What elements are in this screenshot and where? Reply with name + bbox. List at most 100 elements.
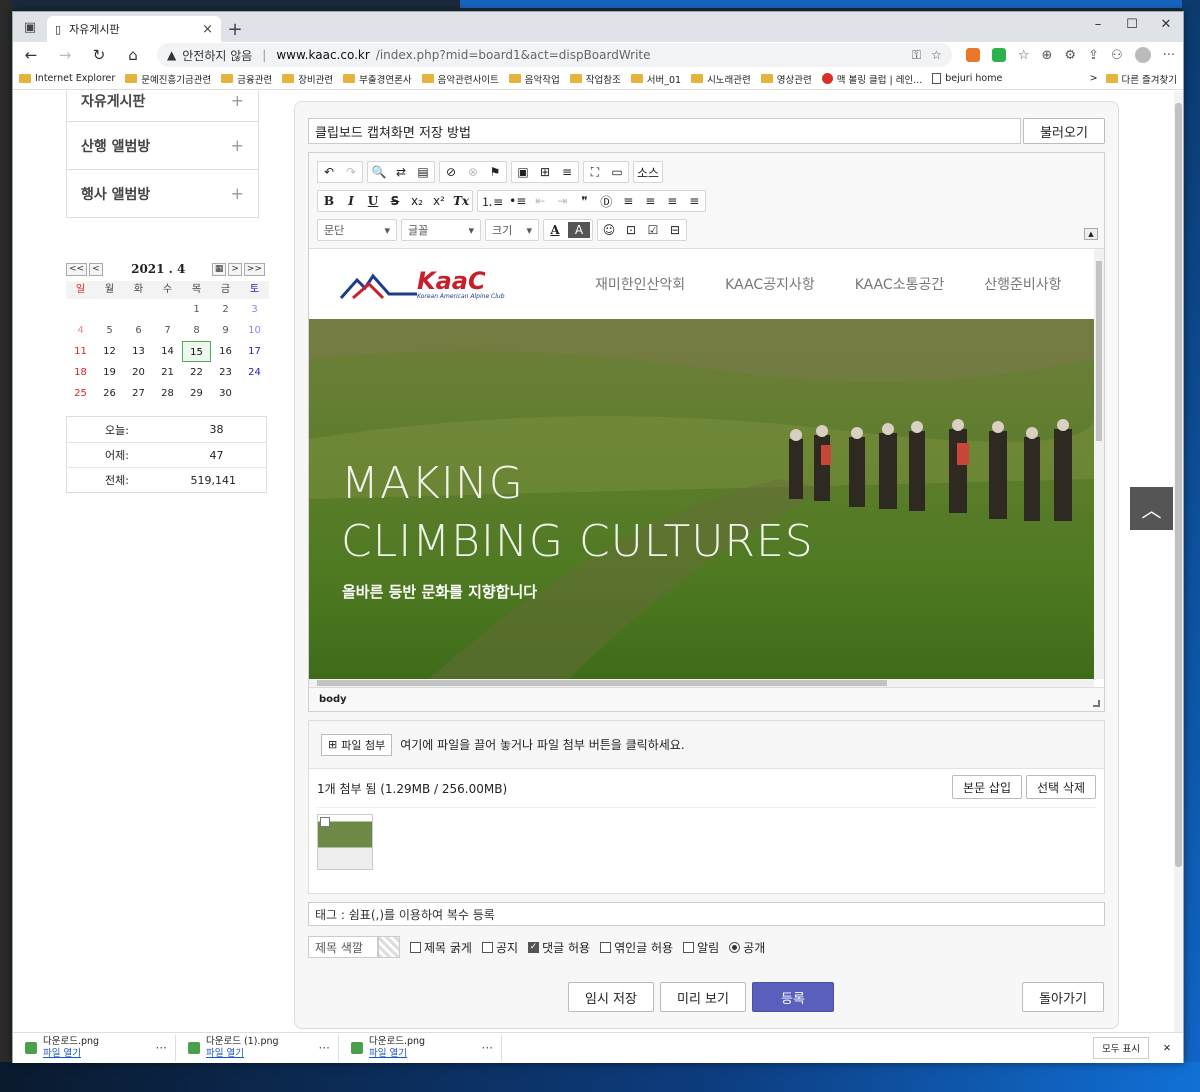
insecure-label[interactable]: 안전하지 않음: [182, 47, 252, 64]
calendar-day[interactable]: 22: [182, 362, 211, 383]
div-icon[interactable]: Ⓓ: [595, 191, 617, 211]
sidebar-item-free-board[interactable]: 자유게시판 +: [67, 91, 258, 121]
bookmark-item[interactable]: 부출경연론사: [343, 72, 412, 86]
bookmark-item[interactable]: 작업참조: [569, 72, 621, 86]
chevron-right-icon[interactable]: >: [1090, 73, 1098, 84]
more-menu-icon[interactable]: ···: [1163, 48, 1175, 63]
open-file-link[interactable]: 파일 열기: [369, 1048, 476, 1060]
forward-button[interactable]: →: [55, 46, 75, 64]
close-downloads-icon[interactable]: ✕: [1163, 1043, 1171, 1054]
calendar-day[interactable]: 10: [240, 320, 269, 341]
strike-icon[interactable]: S: [384, 191, 406, 211]
paragraph-select[interactable]: 문단 ▾: [317, 219, 397, 241]
close-window-button[interactable]: ✕: [1149, 12, 1183, 36]
align-left-icon[interactable]: ≡: [617, 191, 639, 211]
align-right-icon[interactable]: ≡: [661, 191, 683, 211]
bookmark-item[interactable]: 음악작업: [508, 72, 560, 86]
extension-green-icon[interactable]: [991, 48, 1006, 62]
download-more-icon[interactable]: ···: [319, 1041, 338, 1055]
calendar-day[interactable]: 24: [240, 362, 269, 383]
tag-input[interactable]: 태그 : 쉼표(,)를 이용하여 복수 등록: [308, 902, 1105, 926]
toolbar-collapse-button[interactable]: ▲: [1084, 228, 1098, 240]
profile-switch-icon[interactable]: ⚇: [1111, 48, 1123, 63]
calendar-day[interactable]: 5: [95, 320, 124, 341]
calendar-day[interactable]: 2: [211, 299, 240, 320]
new-tab-button[interactable]: +: [221, 16, 249, 42]
bookmark-item[interactable]: bejuri home: [932, 73, 1002, 84]
indent-icon[interactable]: ⇥: [551, 191, 573, 211]
download-more-icon[interactable]: ···: [482, 1041, 501, 1055]
emoji-icon[interactable]: ☺: [598, 220, 620, 240]
bookmark-item[interactable]: 서버_01: [630, 72, 681, 86]
element-path[interactable]: body: [319, 694, 347, 705]
open-file-link[interactable]: 파일 열기: [206, 1048, 313, 1060]
sidebar-item-event-album[interactable]: 행사 앨범방 +: [67, 169, 258, 217]
underline-icon[interactable]: U: [362, 191, 384, 211]
bookmark-item[interactable]: 금융관련: [221, 72, 272, 86]
table-icon[interactable]: ⊞: [534, 162, 556, 182]
calendar-day[interactable]: 17: [240, 341, 269, 362]
calendar-day[interactable]: 12: [95, 341, 124, 362]
download-item[interactable]: 다운로드.png 파일 열기 ···: [13, 1035, 176, 1061]
calendar-day[interactable]: 19: [95, 362, 124, 383]
calendar-icon[interactable]: ▦: [211, 262, 227, 276]
delete-selected-button[interactable]: 선택 삭제: [1026, 775, 1096, 799]
calendar-day[interactable]: 7: [153, 320, 182, 341]
load-button[interactable]: 불러오기: [1023, 118, 1105, 144]
anchor-icon[interactable]: ⚑: [484, 162, 506, 182]
notify-checkbox[interactable]: 알림: [683, 939, 719, 956]
color-picker-button[interactable]: [378, 936, 400, 958]
extension-orange-icon[interactable]: [965, 48, 980, 62]
align-justify-icon[interactable]: ≡: [683, 191, 705, 211]
bookmark-item[interactable]: 영상관련: [760, 72, 812, 86]
temp-save-button[interactable]: 임시 저장: [568, 982, 654, 1012]
other-favorites[interactable]: 다른 즐겨찾기: [1105, 72, 1177, 86]
download-more-icon[interactable]: ···: [156, 1041, 175, 1055]
editor-content[interactable]: KaaC Korean American Alpine Club 재미한인산악회…: [309, 249, 1094, 679]
download-item[interactable]: 다운로드.png 파일 열기 ···: [339, 1035, 502, 1061]
calendar-day[interactable]: 29: [182, 383, 211, 404]
outdent-icon[interactable]: ⇤: [529, 191, 551, 211]
sidebar-item-hiking-album[interactable]: 산행 앨범방 +: [67, 121, 258, 169]
show-blocks-icon[interactable]: ▭: [606, 162, 628, 182]
calendar-day[interactable]: 13: [124, 341, 153, 362]
bookmark-item[interactable]: 장비관련: [282, 72, 333, 86]
site-nav-item[interactable]: 재미한인산악회: [595, 274, 685, 294]
bookmark-item[interactable]: Internet Explorer: [19, 73, 115, 84]
next-year-button[interactable]: >>: [243, 262, 265, 276]
numbered-list-icon[interactable]: ⒈≡: [478, 191, 506, 211]
site-nav-item[interactable]: 산행준비사항: [984, 274, 1061, 294]
redo-icon[interactable]: ↷: [340, 162, 362, 182]
checkbox-insert-icon[interactable]: ☑: [642, 220, 664, 240]
title-color-input[interactable]: 제목 색깔: [308, 936, 378, 958]
calendar-day[interactable]: 4: [66, 320, 95, 341]
font-select[interactable]: 글꼴 ▾: [401, 219, 481, 241]
select-all-icon[interactable]: ▤: [412, 162, 434, 182]
calendar-day[interactable]: 9: [211, 320, 240, 341]
key-icon[interactable]: ⚿: [912, 48, 921, 63]
link-icon[interactable]: ⊘: [440, 162, 462, 182]
back-to-list-button[interactable]: 돌아가기: [1022, 982, 1104, 1012]
page-scrollbar[interactable]: [1174, 91, 1183, 1032]
preview-button[interactable]: 미리 보기: [659, 982, 746, 1012]
bookmark-item[interactable]: 음악관련사이트: [421, 72, 499, 86]
calendar-day[interactable]: 26: [95, 383, 124, 404]
plus-icon[interactable]: +: [231, 136, 244, 155]
site-nav-item[interactable]: KAAC소통공간: [855, 274, 945, 294]
favorites-icon[interactable]: ☆: [1018, 48, 1030, 63]
calendar-day[interactable]: 6: [124, 320, 153, 341]
calendar-day[interactable]: 28: [153, 383, 182, 404]
subscript-icon[interactable]: x₂: [406, 191, 428, 211]
calendar-day[interactable]: 11: [66, 341, 95, 362]
editor-horizontal-scrollbar[interactable]: [309, 679, 1094, 687]
download-item[interactable]: 다운로드 (1).png 파일 열기 ···: [176, 1035, 339, 1061]
url-field[interactable]: ▲ 안전하지 않음 | www.kaac.co.kr/index.php?mid…: [157, 43, 952, 67]
scroll-to-top-button[interactable]: ︿: [1130, 487, 1173, 530]
editor-vertical-scrollbar[interactable]: [1094, 249, 1104, 679]
bullet-list-icon[interactable]: •≡: [506, 191, 529, 211]
superscript-icon[interactable]: x²: [428, 191, 450, 211]
plus-icon[interactable]: +: [231, 184, 244, 203]
bold-icon[interactable]: B: [318, 191, 340, 211]
align-center-icon[interactable]: ≡: [639, 191, 661, 211]
reload-button[interactable]: ↻: [89, 46, 109, 64]
